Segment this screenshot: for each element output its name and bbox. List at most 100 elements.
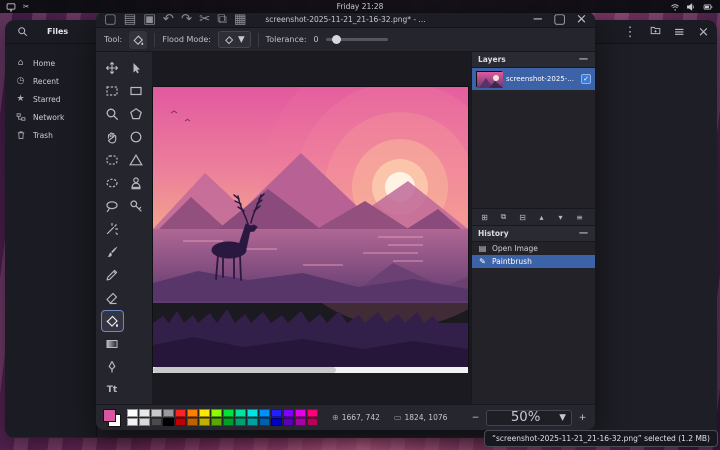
palette-swatch[interactable] <box>187 418 198 426</box>
freeform-select-tool[interactable] <box>101 149 124 171</box>
palette-swatch[interactable] <box>307 409 318 417</box>
palette-swatch[interactable] <box>247 418 258 426</box>
magic-wand-tool[interactable] <box>101 218 124 240</box>
move-selection-tool[interactable] <box>101 57 124 79</box>
move-selected-tool[interactable] <box>125 57 148 79</box>
cut-icon[interactable]: ✂ <box>199 12 210 27</box>
paint-bucket-tool[interactable] <box>100 310 124 332</box>
zoom-out-button[interactable]: − <box>469 413 482 423</box>
files-close-button[interactable]: × <box>698 25 709 40</box>
rectangle-tool[interactable] <box>125 80 148 102</box>
pan-tool[interactable] <box>101 126 124 148</box>
new-image-icon[interactable]: ▢ <box>104 12 117 27</box>
palette-swatch[interactable] <box>247 409 258 417</box>
ellipse-select-tool[interactable] <box>101 172 124 194</box>
palette-swatch[interactable] <box>151 418 162 426</box>
palette-swatch[interactable] <box>139 418 150 426</box>
open-image-icon[interactable]: ▤ <box>124 12 137 27</box>
palette-swatch[interactable] <box>223 409 234 417</box>
add-layer-icon[interactable]: ⊞ <box>476 210 493 224</box>
raise-layer-icon[interactable]: ▴ <box>533 210 550 224</box>
ellipse-tool[interactable] <box>125 126 148 148</box>
horizontal-scrollbar[interactable] <box>153 367 468 373</box>
rectangle-select-tool[interactable] <box>101 80 124 102</box>
palette-swatch[interactable] <box>163 418 174 426</box>
zoom-tool[interactable] <box>101 103 124 125</box>
merge-layer-icon[interactable]: ⊟ <box>514 210 531 224</box>
minimize-button[interactable]: − <box>532 12 543 27</box>
zoom-level-select[interactable]: 50% ▾ <box>486 409 572 426</box>
clone-stamp-tool[interactable] <box>125 172 148 194</box>
palette-swatch[interactable] <box>271 418 282 426</box>
palette-swatch[interactable] <box>151 409 162 417</box>
pencil-tool[interactable] <box>101 264 124 286</box>
palette-swatch[interactable] <box>295 418 306 426</box>
undo-icon[interactable]: ↶ <box>163 12 174 27</box>
palette-swatch[interactable] <box>283 409 294 417</box>
collapse-layers-button[interactable]: − <box>578 52 589 67</box>
search-icon[interactable] <box>13 23 31 41</box>
volume-icon[interactable] <box>686 2 696 12</box>
flood-mode-dropdown[interactable]: ▾ <box>217 31 251 48</box>
hamburger-menu-button[interactable]: ≡ <box>674 25 685 40</box>
palette-swatch[interactable] <box>295 409 306 417</box>
palette-swatch[interactable] <box>199 418 210 426</box>
lasso-select-tool[interactable] <box>101 195 124 217</box>
save-icon[interactable]: ▣ <box>143 12 156 27</box>
layer-row[interactable]: screenshot-2025-... ✓ <box>472 68 595 90</box>
sidebar-item-network[interactable]: Network <box>5 108 96 126</box>
tolerance-slider[interactable] <box>325 34 388 44</box>
clock[interactable]: Friday 21:28 <box>337 2 384 11</box>
editor-titlebar[interactable]: ▢ ▤ ▣ ↶ ↷ ✂ ⧉ ▦ screenshot-2025-11-21_21… <box>96 12 595 28</box>
palette-swatch[interactable] <box>235 418 246 426</box>
sidebar-item-starred[interactable]: ★ Starred <box>5 90 96 108</box>
palette-swatch[interactable] <box>127 418 138 426</box>
paintbrush-tool[interactable] <box>101 241 124 263</box>
recolor-tool[interactable] <box>125 195 148 217</box>
maximize-button[interactable]: ▢ <box>553 12 566 27</box>
duplicate-layer-icon[interactable]: ⧉ <box>495 210 512 224</box>
palette-swatch[interactable] <box>259 418 270 426</box>
new-folder-button[interactable] <box>650 25 661 40</box>
paste-icon[interactable]: ▦ <box>234 12 247 27</box>
zoom-in-button[interactable]: + <box>576 413 589 423</box>
history-item-open-image[interactable]: ▤ Open Image <box>472 242 595 255</box>
gradient-tool[interactable] <box>101 333 124 355</box>
palette-swatch[interactable] <box>211 418 222 426</box>
palette-swatch[interactable] <box>283 418 294 426</box>
copy-icon[interactable]: ⧉ <box>217 12 227 27</box>
current-colors[interactable] <box>102 408 123 428</box>
display-icon[interactable] <box>6 2 16 12</box>
polygon-tool[interactable] <box>125 103 148 125</box>
primary-color-swatch[interactable] <box>103 408 116 422</box>
palette-swatch[interactable] <box>223 418 234 426</box>
lower-layer-icon[interactable]: ▾ <box>552 210 569 224</box>
palette-swatch[interactable] <box>175 409 186 417</box>
layer-properties-icon[interactable]: ≡ <box>571 210 588 224</box>
sidebar-item-recent[interactable]: ◷ Recent <box>5 72 96 90</box>
close-button[interactable]: × <box>576 12 587 27</box>
slider-thumb[interactable] <box>331 34 341 44</box>
ink-tool[interactable] <box>101 356 124 378</box>
sidebar-item-trash[interactable]: Trash <box>5 126 96 144</box>
palette-swatch[interactable] <box>139 409 150 417</box>
eraser-tool[interactable] <box>101 287 124 309</box>
screenshot-icon[interactable]: ✂ <box>23 2 29 11</box>
collapse-history-button[interactable]: − <box>578 226 589 241</box>
palette-swatch[interactable] <box>211 409 222 417</box>
current-tool-bucket-icon[interactable] <box>129 30 148 49</box>
history-item-paintbrush[interactable]: ✎ Paintbrush <box>472 255 595 268</box>
text-tool[interactable]: Tt <box>101 379 124 401</box>
layer-visibility-checkbox[interactable]: ✓ <box>581 74 591 84</box>
triangle-tool[interactable] <box>125 149 148 171</box>
palette-swatch[interactable] <box>187 409 198 417</box>
palette-swatch[interactable] <box>259 409 270 417</box>
palette-swatch[interactable] <box>307 418 318 426</box>
palette-swatch[interactable] <box>235 409 246 417</box>
palette-swatch[interactable] <box>163 409 174 417</box>
redo-icon[interactable]: ↷ <box>181 12 192 27</box>
palette-swatch[interactable] <box>127 409 138 417</box>
palette-swatch[interactable] <box>199 409 210 417</box>
sidebar-item-home[interactable]: ⌂ Home <box>5 54 96 72</box>
palette-swatch[interactable] <box>175 418 186 426</box>
